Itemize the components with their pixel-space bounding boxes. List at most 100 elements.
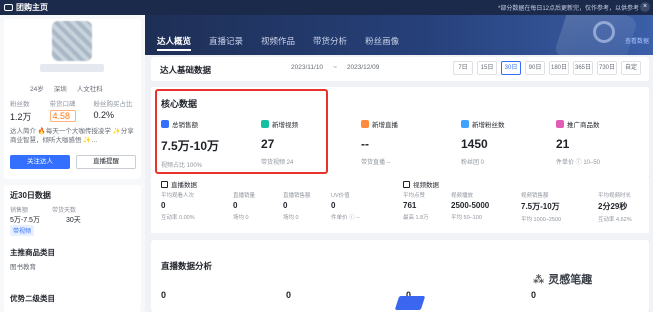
live-col-revenue: 直播销售额 0 场均 0 [283,191,311,221]
label-sales: 销售额 [10,208,29,214]
metric-label: 新增视频 [272,122,298,129]
range-365d[interactable]: 365日 [573,61,593,75]
stat-fans: 粉丝数 1.2万 [10,98,32,123]
col-value: 0 [331,201,336,210]
analysis-value: 0 [161,290,167,300]
col-value: 0 [233,201,238,210]
col-label: 直播销量 [233,193,256,199]
value-days: 30天 [65,217,81,224]
decorative-ring [593,21,615,43]
range-15d[interactable]: 15日 [477,61,497,75]
date-separator: ~ [333,64,337,71]
tab-live-records[interactable]: 直播记录 [209,35,243,51]
follow-button[interactable]: 关注达人 [10,155,70,169]
main-category-value: 图书教育 [10,264,36,271]
metric-label: 总销售额 [172,122,198,129]
value-sales: 5万-7.5万 [10,217,40,224]
metric-value: 7.5万-10万 [161,139,220,153]
range-90d[interactable]: 90日 [525,61,545,75]
metric-new-live: 新增直播 -- 带货直播 -- [361,119,461,166]
profile-stats: 粉丝数 1.2万 带货口碑 4.58 粉丝购买占比 0.2% [10,98,133,123]
product-icon [556,120,564,128]
close-icon[interactable]: × [640,2,650,12]
brand[interactable]: 团购主页 [0,2,48,13]
col-value: 2分29秒 [598,202,628,211]
metric-sub: 粉丝团 0 [461,160,485,166]
tab-sales-analysis[interactable]: 带货分析 [313,35,347,51]
col-label: 视频播放 [451,193,474,199]
range-7d[interactable]: 7日 [453,61,473,75]
col-sub: 最高 1.8万 [403,215,429,221]
range-buttons: 7日 15日 30日 90日 180日 365日 730日 自定 [453,61,641,75]
basic-title: 达人基础数据 [160,65,212,75]
category: 人文社科 [76,86,103,93]
watermark: ⁂ 灵感笔趣 [533,271,592,287]
metric-label: 推广商品数 [567,122,600,129]
video-section-title: 视频数据 [413,182,439,189]
live-reminder-button[interactable]: 直播提醒 [76,155,136,169]
metric-sub: 带货直播 -- [361,160,391,166]
stat-value: 0.2% [93,110,115,120]
home-icon [4,4,13,11]
col-value: 0 [161,201,166,210]
col-label: 平均视频时长 [598,193,632,199]
recent-labels: 销售额 带货天数 [10,205,76,214]
range-30d[interactable]: 30日 [501,61,521,75]
video-data-icon [403,180,410,188]
stat-value: 1.2万 [10,112,32,122]
col-label: UV价值 [331,193,350,199]
core-data-card: 核心数据 总销售额 7.5万-10万 视频占比 100% 新增视频 27 带货视… [151,87,649,177]
col-value: 2500-5000 [451,201,490,210]
update-notice: *部分数据在每日12点后更新完，仅作参考，以供参考 [497,6,639,12]
stat-label: 粉丝购买占比 [93,101,133,108]
creator-name-blurred [40,64,104,72]
range-180d[interactable]: 180日 [549,61,569,75]
view-more-link[interactable]: 查看数据 [625,36,649,45]
sales-icon [161,120,169,128]
metric-sub: 件单价 ⓘ 10–50 [556,160,601,166]
video-col-revenue: 视频销售额 7.5万-10万 平均 1000–2500 [521,191,561,223]
metric-sub: 带货视频 24 [261,160,294,166]
col-sub: 互动率 4.62% [598,217,632,223]
stat-label: 带货口碑 [49,101,76,108]
col-label: 视频销售额 [521,193,549,199]
tab-videos[interactable]: 视频作品 [261,35,295,51]
profile-card: 24岁 深圳 人文社科 粉丝数 1.2万 带货口碑 4.58 粉丝购买占比 0.… [4,19,141,179]
secondary-category-title: 优势二级类目 [10,294,55,303]
col-label: 直播销售额 [283,193,311,199]
brand-label: 团购主页 [16,3,48,12]
metric-total-sales: 总销售额 7.5万-10万 视频占比 100% [161,119,261,169]
col-sub: 场均 0 [233,215,249,221]
metric-value: -- [361,137,369,151]
sidebar: 24岁 深圳 人文社科 粉丝数 1.2万 带货口碑 4.58 粉丝购买占比 0.… [0,15,145,312]
date-range-picker[interactable]: 2023/11/10 ~ 2023/12/09 [291,64,379,71]
recent-values: 5万-7.5万 30天 [10,215,81,225]
basic-data-bar: 达人基础数据 2023/11/10 ~ 2023/12/09 7日 15日 30… [151,57,649,81]
live-section-title: 直播数据 [171,182,197,189]
main-tabs: 达人概览 直播记录 视频作品 带货分析 粉丝画像 [157,35,399,51]
live-section-header: 直播数据 [161,179,197,189]
tab-fan-profile[interactable]: 粉丝画像 [365,35,399,51]
top-bar: 团购主页 *部分数据在每日12点后更新完，仅作参考，以供参考 × [0,0,653,15]
col-label: 平均观看人次 [161,193,195,199]
metric-value: 21 [556,137,570,151]
stat-value: 4.58 [49,110,76,122]
main-category-title: 主推商品类目 [10,248,55,257]
recent-30-panel: 近30日数据 销售额 带货天数 5万-7.5万 30天 带视频 主推商品类目 图… [4,185,141,312]
metric-value: 27 [261,137,275,151]
range-custom[interactable]: 自定 [621,61,641,75]
metric-products: 推广商品数 21 件单价 ⓘ 10–50 [556,119,653,166]
label-days: 带货天数 [52,208,77,214]
header-band: 达人概览 直播记录 视频作品 带货分析 粉丝画像 查看数据 [145,15,653,55]
analysis-value: 0 [286,290,292,300]
metric-new-fans: 新增粉丝数 1450 粉丝团 0 [461,119,561,166]
metric-value: 1450 [461,137,488,151]
range-730d[interactable]: 730日 [597,61,617,75]
live-video-stats: 直播数据 视频数据 平均观看人次 0 互动率 0.00% 直播销量 0 场均 0… [151,177,649,233]
panel-title: 近30日数据 [10,191,51,200]
city: 深圳 [53,86,67,93]
tab-overview[interactable]: 达人概览 [157,35,192,51]
col-sub: 平均 1000–2500 [521,217,562,223]
analysis-title: 直播数据分析 [161,261,213,271]
col-sub: 平均 50–100 [451,215,482,221]
